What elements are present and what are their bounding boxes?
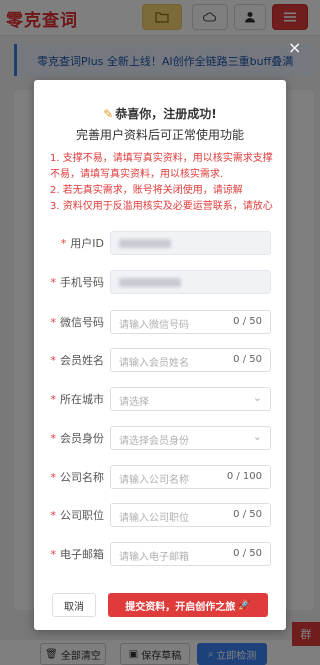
char-count: 0 / 50 bbox=[233, 509, 262, 520]
form-row-company-position: * 公司职位 请输入公司职位 0 / 50 bbox=[34, 503, 286, 527]
close-icon[interactable]: × bbox=[288, 38, 301, 57]
complete-profile-dialog: ✎ 恭喜你，注册成功! 完善用户资料后可正常使用功能 1. 支撑不易，请填写真实资… bbox=[34, 80, 286, 630]
member-name-input[interactable]: 请输入会员姓名 0 / 50 bbox=[110, 348, 271, 372]
form-row-user-id: * 用户ID bbox=[34, 231, 286, 255]
chevron-down-icon: ⌄ bbox=[252, 391, 262, 404]
rocket-icon: 🚀 bbox=[238, 599, 251, 611]
phone-field bbox=[110, 270, 271, 294]
city-select[interactable]: 请选择 ⌄ bbox=[110, 387, 271, 411]
dialog-title-text: 恭喜你，注册成功! bbox=[115, 107, 217, 121]
email-label: * 电子邮箱 bbox=[50, 548, 105, 561]
redacted-value bbox=[119, 278, 181, 287]
form-row-company-name: * 公司名称 请输入公司名称 0 / 100 bbox=[34, 465, 286, 489]
form-row-member-name: * 会员姓名 请输入会员姓名 0 / 50 bbox=[34, 348, 286, 372]
notice-list: 1. 支撑不易，请填写真实资料，用以核实需求支撑不易，请填写真实资料，用以核实需… bbox=[50, 151, 282, 215]
char-count: 0 / 50 bbox=[233, 354, 262, 365]
char-count: 0 / 100 bbox=[226, 471, 262, 482]
member-name-label: * 会员姓名 bbox=[50, 354, 105, 367]
member-identity-label: * 会员身份 bbox=[50, 432, 105, 445]
notice-item: 2. 若无真实需求，账号将关闭使用，请谅解 bbox=[50, 185, 243, 196]
company-position-label: * 公司职位 bbox=[50, 509, 105, 522]
form-row-city: * 所在城市 请选择 ⌄ bbox=[34, 387, 286, 411]
dialog-title: ✎ 恭喜你，注册成功! bbox=[34, 105, 286, 122]
wechat-label: * 微信号码 bbox=[50, 316, 105, 329]
notice-item: 3. 资料仅用于反滥用核实及必要运营联系，请放心 bbox=[50, 201, 273, 212]
email-input[interactable]: 请输入电子邮箱 0 / 50 bbox=[110, 542, 271, 566]
form-row-wechat: * 微信号码 请输入微信号码 0 / 50 bbox=[34, 310, 286, 334]
dialog-subtitle: 完善用户资料后可正常使用功能 bbox=[75, 128, 244, 142]
form-row-phone: * 手机号码 bbox=[34, 270, 286, 294]
cancel-button[interactable]: 取消 bbox=[52, 593, 96, 617]
pencil-icon: ✎ bbox=[103, 107, 114, 121]
city-label: * 所在城市 bbox=[50, 393, 105, 406]
user-id-label: * 用户ID bbox=[60, 237, 104, 250]
company-position-input[interactable]: 请输入公司职位 0 / 50 bbox=[110, 503, 271, 527]
form-row-email: * 电子邮箱 请输入电子邮箱 0 / 50 bbox=[34, 542, 286, 566]
char-count: 0 / 50 bbox=[233, 316, 262, 327]
char-count: 0 / 50 bbox=[233, 548, 262, 559]
user-id-field bbox=[110, 231, 271, 255]
member-identity-select[interactable]: 请选择会员身份 ⌄ bbox=[110, 426, 271, 450]
chevron-down-icon: ⌄ bbox=[252, 430, 262, 443]
submit-profile-button[interactable]: 提交资料，开启创作之旅 🚀 bbox=[108, 593, 268, 617]
submit-label: 提交资料，开启创作之旅 bbox=[125, 601, 236, 613]
phone-label: * 手机号码 bbox=[50, 276, 105, 289]
notice-item: 1. 支撑不易，请填写真实资料，用以核实需求支撑不易，请填写真实资料，用以核实需… bbox=[50, 153, 273, 180]
company-name-input[interactable]: 请输入公司名称 0 / 100 bbox=[110, 465, 271, 489]
company-name-label: * 公司名称 bbox=[50, 471, 105, 484]
form-row-member-identity: * 会员身份 请选择会员身份 ⌄ bbox=[34, 426, 286, 450]
wechat-input[interactable]: 请输入微信号码 0 / 50 bbox=[110, 310, 271, 334]
redacted-value bbox=[119, 239, 171, 248]
